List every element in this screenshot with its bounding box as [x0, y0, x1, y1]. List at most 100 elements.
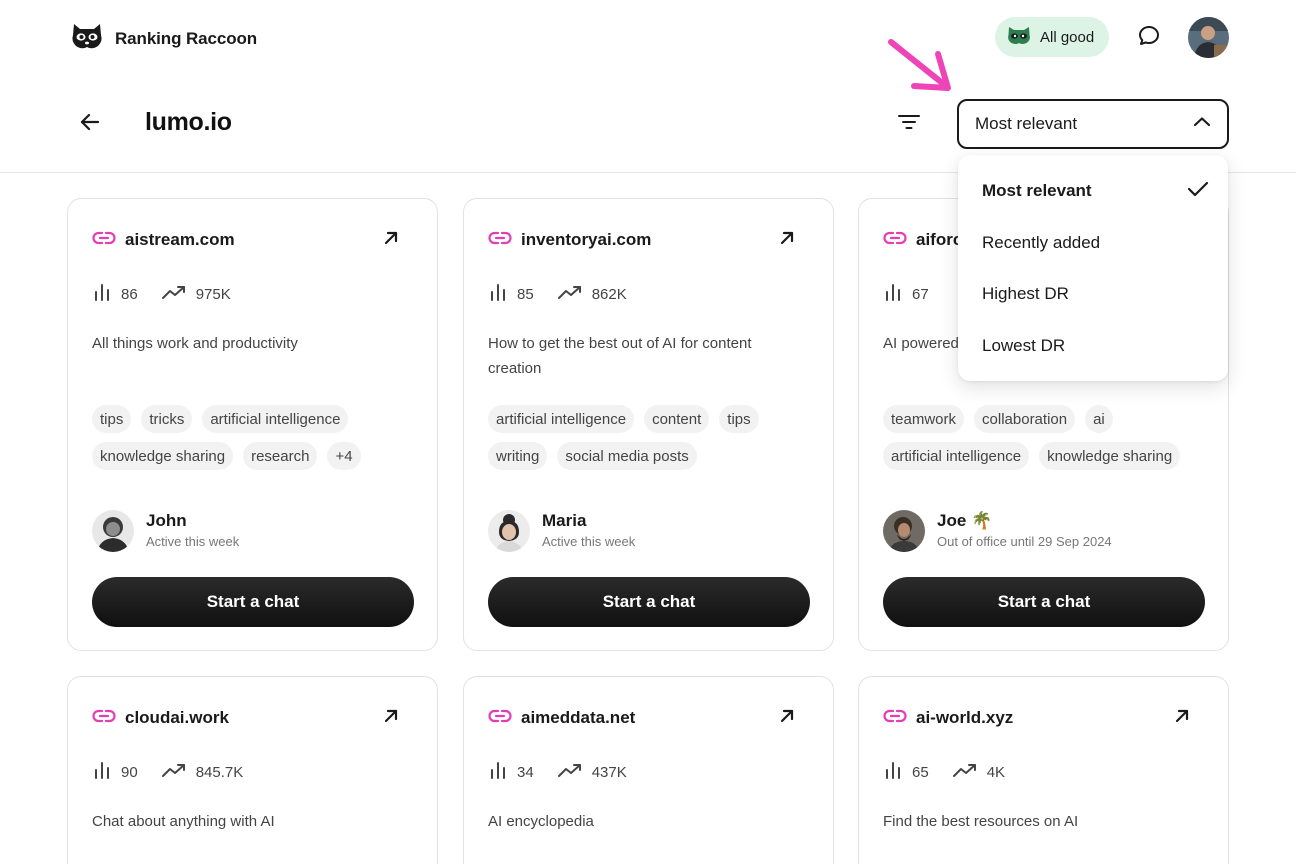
site-description: How to get the best out of AI for conten…: [488, 335, 752, 377]
site-card: aimeddata.net 34 437K AI encyclopedia: [463, 676, 834, 864]
traffic-value: 862K: [591, 285, 627, 303]
tag[interactable]: research: [243, 442, 318, 470]
tag[interactable]: artificial intelligence: [202, 405, 349, 433]
start-chat-button[interactable]: Start a chat: [92, 577, 414, 627]
tag[interactable]: tips: [719, 405, 759, 433]
link-icon: [488, 709, 512, 728]
link-icon: [92, 709, 116, 728]
link-icon: [488, 231, 512, 250]
raccoon-status-icon: [1006, 25, 1032, 50]
brand[interactable]: Ranking Raccoon: [70, 22, 257, 55]
contact-person: John Active this week: [92, 510, 239, 552]
domain-rating: 85: [489, 283, 534, 305]
open-site-button[interactable]: [776, 229, 798, 251]
site-card: inventoryai.com 85 862K How to get the b…: [463, 198, 834, 651]
trending-up-icon: [161, 763, 186, 781]
site-stats: 34 437K: [489, 761, 651, 783]
user-avatar[interactable]: [1188, 17, 1229, 58]
traffic: 845.7K: [161, 763, 243, 781]
tag[interactable]: social media posts: [557, 442, 697, 470]
site-card: ai-world.xyz 65 4K Find the best resourc…: [858, 676, 1229, 864]
status-badge[interactable]: All good: [995, 17, 1109, 57]
tag[interactable]: content: [644, 405, 710, 433]
trending-up-icon: [161, 285, 186, 303]
arrow-left-icon: [79, 111, 101, 138]
arrow-up-right-icon: [1174, 708, 1190, 729]
sort-option-highest-dr[interactable]: Highest DR: [982, 284, 1069, 304]
sort-select[interactable]: Most relevant: [957, 99, 1229, 149]
card-header[interactable]: aistream.com: [92, 230, 235, 250]
domain-rating-value: 67: [912, 285, 929, 303]
bar-chart-icon: [884, 761, 902, 783]
person-name: Joe 🌴: [937, 511, 993, 530]
tag[interactable]: collaboration: [974, 405, 1076, 433]
start-chat-button[interactable]: Start a chat: [883, 577, 1205, 627]
domain-rating: 90: [93, 761, 138, 783]
sort-option-lowest-dr[interactable]: Lowest DR: [982, 336, 1065, 356]
tag-list: teamwork collaboration ai artificial int…: [883, 405, 1213, 470]
top-bar: Ranking Raccoon All good: [0, 0, 1296, 76]
tag[interactable]: teamwork: [883, 405, 965, 433]
person-status: Active this week: [146, 534, 240, 549]
tag[interactable]: knowledge sharing: [1039, 442, 1181, 470]
domain-rating-value: 34: [517, 763, 534, 781]
tag[interactable]: tricks: [141, 405, 193, 433]
filter-button[interactable]: [895, 110, 923, 138]
bar-chart-icon: [93, 283, 111, 305]
open-site-button[interactable]: [776, 707, 798, 729]
messages-button[interactable]: [1134, 23, 1164, 53]
site-domain: inventoryai.com: [521, 230, 652, 249]
arrow-up-right-icon: [383, 708, 399, 729]
filter-icon: [897, 112, 921, 137]
site-stats: 65 4K: [884, 761, 1029, 783]
open-site-button[interactable]: [1171, 707, 1193, 729]
domain-rating: 65: [884, 761, 929, 783]
site-card: cloudai.work 90 845.7K Chat about anythi…: [67, 676, 438, 864]
tag[interactable]: tips: [92, 405, 132, 433]
sort-option-recently-added[interactable]: Recently added: [982, 233, 1100, 253]
domain-rating-value: 90: [121, 763, 138, 781]
tag[interactable]: artificial intelligence: [883, 442, 1030, 470]
tag[interactable]: artificial intelligence: [488, 405, 635, 433]
card-header[interactable]: aimeddata.net: [488, 708, 635, 728]
raccoon-logo-icon: [70, 22, 104, 55]
open-site-button[interactable]: [380, 229, 402, 251]
annotation-arrow-icon: [884, 36, 956, 98]
contact-person: Joe 🌴 Out of office until 29 Sep 2024: [883, 510, 1112, 552]
trending-up-icon: [557, 285, 582, 303]
person-name: John: [146, 511, 187, 530]
site-domain: cloudai.work: [125, 708, 229, 727]
open-site-button[interactable]: [380, 707, 402, 729]
person-status: Active this week: [542, 534, 636, 549]
traffic: 437K: [557, 763, 627, 781]
domain-rating-value: 86: [121, 285, 138, 303]
bar-chart-icon: [93, 761, 111, 783]
sort-selected-value: Most relevant: [975, 114, 1078, 133]
sort-option-most-relevant[interactable]: Most relevant: [982, 181, 1092, 201]
site-description: Chat about anything with AI: [92, 813, 275, 830]
start-chat-button[interactable]: Start a chat: [488, 577, 810, 627]
tag[interactable]: knowledge sharing: [92, 442, 234, 470]
card-header[interactable]: inventoryai.com: [488, 230, 651, 250]
card-header[interactable]: cloudai.work: [92, 708, 229, 728]
person-name: Maria: [542, 511, 587, 530]
card-header[interactable]: ai-world.xyz: [883, 708, 1013, 728]
domain-rating: 34: [489, 761, 534, 783]
tag[interactable]: ai: [1085, 405, 1113, 433]
site-description: AI encyclopedia: [488, 813, 594, 830]
back-button[interactable]: [76, 110, 104, 138]
arrow-up-right-icon: [383, 230, 399, 251]
tag[interactable]: writing: [488, 442, 548, 470]
traffic-value: 975K: [195, 285, 231, 303]
domain-rating-value: 85: [517, 285, 534, 303]
arrow-up-right-icon: [779, 708, 795, 729]
person-status: Out of office until 29 Sep 2024: [937, 534, 1112, 549]
tag-list: artificial intelligence content tips wri…: [488, 405, 818, 470]
status-label: All good: [1040, 28, 1095, 46]
site-stats: 67: [884, 283, 953, 305]
more-tags-badge[interactable]: +4: [327, 442, 361, 470]
site-stats: 90 845.7K: [93, 761, 267, 783]
site-domain: ai-world.xyz: [916, 708, 1014, 727]
arrow-up-right-icon: [779, 230, 795, 251]
avatar: [92, 510, 134, 552]
